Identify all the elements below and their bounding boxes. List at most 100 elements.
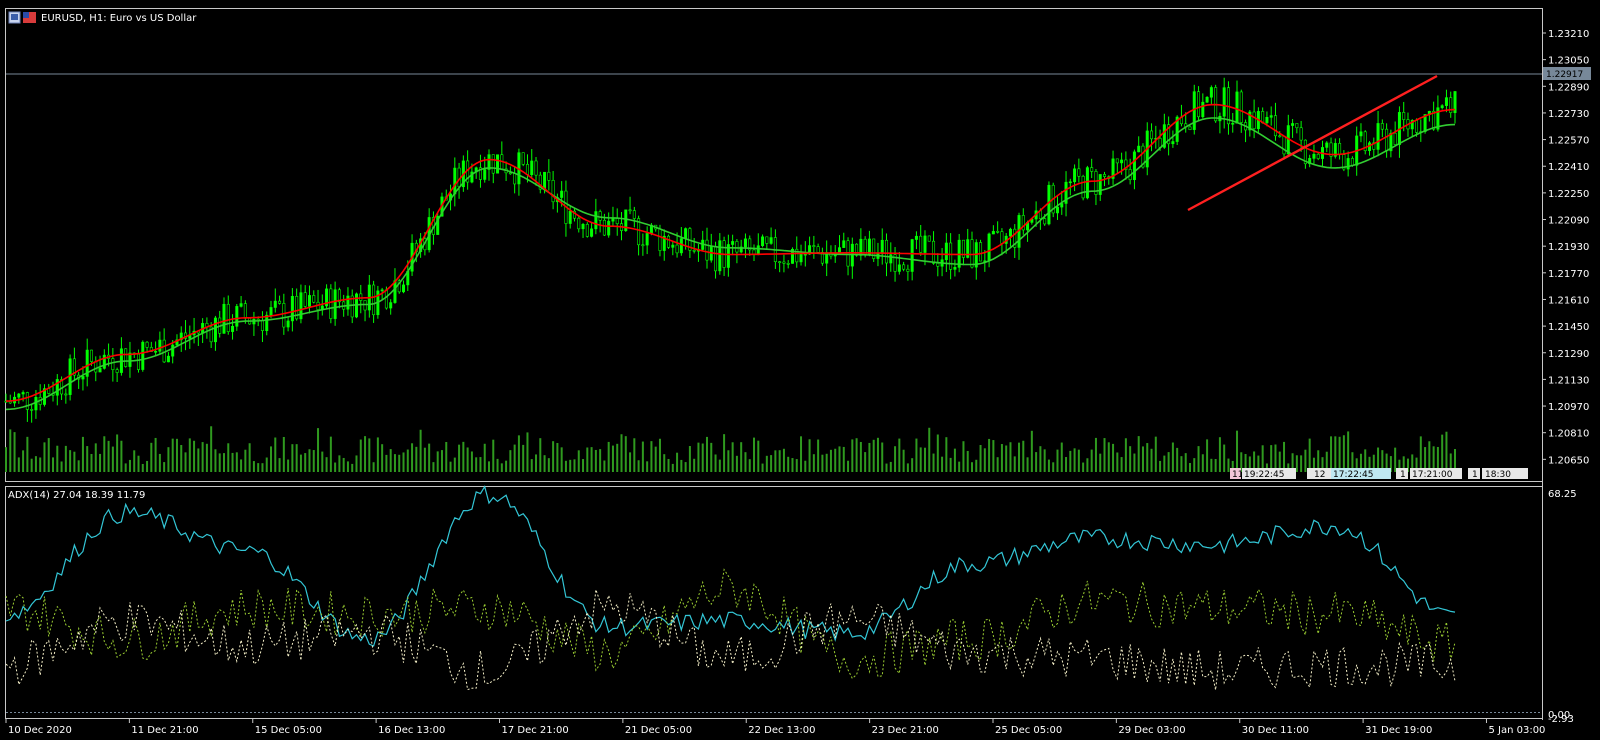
volume-bar: [1073, 448, 1076, 472]
volume-bar: [915, 438, 918, 472]
volume-bar: [710, 442, 713, 472]
candle-body: [867, 238, 871, 255]
volume-bar: [958, 461, 961, 472]
volume-bar: [1013, 456, 1016, 472]
volume-bar: [415, 446, 418, 472]
volume-bar: [188, 438, 191, 472]
volume-bar: [1141, 446, 1144, 472]
candle-body: [1376, 123, 1380, 150]
candles: [4, 77, 1457, 423]
volume-bar: [193, 440, 196, 472]
candle-body: [761, 236, 765, 247]
candle-body: [89, 349, 93, 362]
candle-body: [393, 280, 397, 303]
candle-body: [1282, 135, 1286, 155]
candle-body: [731, 241, 735, 245]
window-restore-icon[interactable]: [8, 11, 21, 24]
volume-bar: [1441, 434, 1444, 472]
candle-body: [585, 224, 589, 237]
volume-bar: [928, 427, 931, 472]
volume-bar: [436, 451, 439, 472]
volume-bar: [227, 443, 230, 472]
volume-bar: [445, 441, 448, 472]
indicator-axis-edge: -2.93: [1548, 714, 1574, 725]
volume-bar: [34, 456, 37, 472]
candle-body: [932, 240, 936, 264]
volume-bar: [312, 450, 315, 472]
volume-bar: [1133, 453, 1136, 472]
volume-bar: [889, 461, 892, 472]
volume-bar: [120, 440, 123, 472]
indicator-label: ADX(14) 27.04 18.39 11.79: [8, 490, 145, 501]
volume-bar: [1308, 438, 1311, 472]
candle-body: [1231, 122, 1235, 125]
volume-bar: [1052, 462, 1055, 472]
volume-bar: [753, 437, 756, 472]
candle-body: [1291, 123, 1295, 126]
candle-body: [1188, 126, 1192, 130]
volume-bar: [688, 446, 691, 472]
volume-bar: [693, 458, 696, 472]
candle-body: [213, 317, 217, 343]
volume-bar: [1163, 455, 1166, 472]
volume-bar: [1210, 458, 1213, 472]
candle-body: [1090, 167, 1094, 172]
candle-body: [154, 350, 158, 353]
time-label: 5 Jan 03:00: [1488, 725, 1545, 736]
volume-bar: [658, 438, 661, 472]
candle-body: [102, 354, 106, 369]
volume-bar: [697, 442, 700, 472]
candle-body: [64, 393, 68, 396]
volume-bar: [906, 463, 909, 472]
candle-body: [286, 320, 290, 328]
candle-body: [1312, 153, 1316, 159]
candle-body: [594, 211, 598, 230]
candle-body: [756, 245, 760, 256]
candle-body: [269, 307, 273, 316]
volume-bar: [334, 462, 337, 472]
volume-bar: [393, 454, 396, 472]
volume-bar: [1342, 435, 1345, 472]
candle-body: [124, 348, 128, 367]
volume-bar: [543, 455, 546, 472]
volume-bar: [406, 449, 409, 472]
volume-bar: [240, 459, 243, 472]
price-label: 1.22890: [1548, 82, 1589, 93]
volume-bar: [210, 426, 213, 472]
volume-bar: [949, 457, 952, 472]
candle-body: [402, 284, 406, 293]
candle-body: [380, 289, 384, 292]
volume-bar: [1419, 436, 1422, 472]
candle-body: [658, 228, 662, 251]
volume-bar: [911, 458, 914, 472]
volume-bar: [894, 446, 897, 472]
candle-body: [769, 237, 773, 244]
candle-body: [1098, 174, 1102, 195]
volume-bar: [834, 448, 837, 472]
candle-body: [560, 190, 564, 198]
volume-bar: [440, 450, 443, 472]
volume-bar: [30, 458, 33, 472]
candle-body: [927, 235, 931, 242]
volume-bar: [1047, 459, 1050, 472]
volume-bar: [39, 457, 42, 472]
candle-body: [936, 263, 940, 267]
svg-text:18:30: 18:30: [1485, 470, 1511, 480]
volume-bar: [163, 462, 166, 472]
candle-body: [765, 236, 769, 244]
volume-bar: [821, 454, 824, 472]
volume-bar: [774, 450, 777, 472]
volume-bar: [564, 460, 567, 472]
volume-bar: [1176, 447, 1179, 472]
volume-bar: [1184, 453, 1187, 472]
candle-body: [671, 244, 675, 248]
candle-body: [303, 292, 307, 307]
volume-bar: [654, 446, 657, 472]
candle-body: [1222, 87, 1226, 117]
volume-bar: [355, 455, 358, 472]
volume-bar: [381, 444, 384, 472]
volume-bar: [52, 457, 55, 472]
volume-bar: [231, 452, 234, 472]
volume-bar: [1112, 443, 1115, 472]
volume-bar: [1154, 436, 1157, 472]
